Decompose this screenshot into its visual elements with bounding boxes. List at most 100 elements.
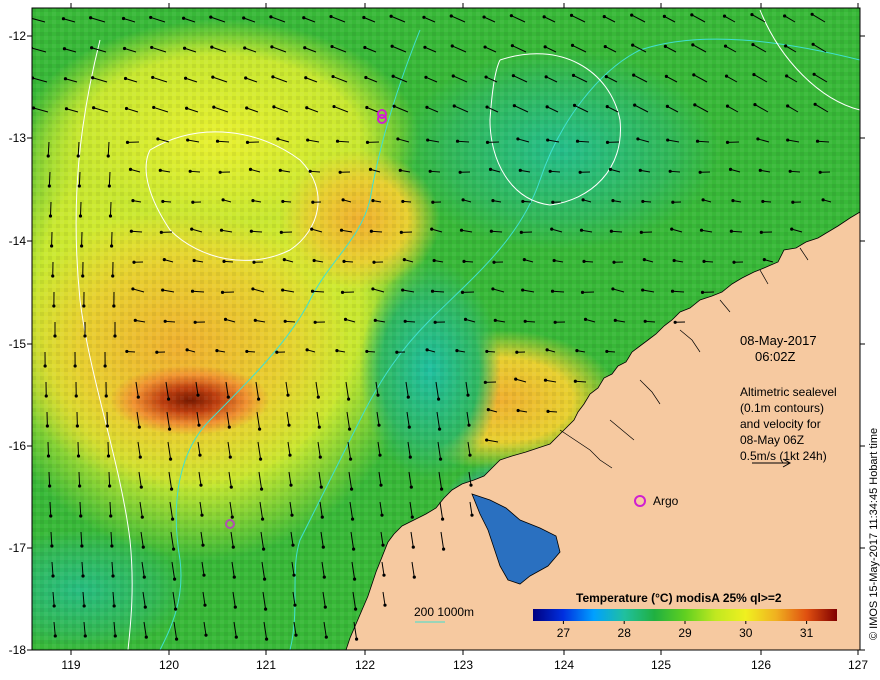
altimetry-note-5: 0.5m/s (1kt 24h): [740, 449, 827, 463]
velocity-arrow: [109, 201, 112, 217]
velocity-arrow-head: [229, 485, 233, 489]
velocity-arrow-head: [485, 349, 489, 354]
velocity-arrow-head: [392, 104, 396, 108]
velocity-arrow-head: [310, 289, 315, 293]
velocity-arrow-head: [202, 573, 206, 577]
velocity-arrow-head: [347, 427, 352, 431]
velocity-arrow-head: [440, 517, 445, 521]
lon-tick-label: 122: [355, 658, 375, 672]
velocity-arrow-head: [166, 397, 171, 401]
velocity-arrow-head: [107, 184, 111, 188]
velocity-arrow-head: [261, 547, 266, 551]
velocity-arrow-head: [51, 574, 55, 578]
velocity-arrow-head: [112, 304, 116, 308]
velocity-arrow-head: [362, 15, 366, 20]
velocity-arrow-head: [791, 200, 795, 204]
velocity-arrow-head: [485, 438, 489, 442]
velocity-arrow-head: [722, 14, 727, 18]
velocity-arrow-head: [381, 543, 385, 547]
velocity-arrow: [78, 171, 81, 187]
velocity-arrow-head: [670, 289, 675, 293]
velocity-arrow-head: [484, 75, 488, 79]
velocity-arrow-head: [460, 290, 465, 294]
velocity-arrow-head: [450, 44, 454, 48]
velocity-arrow-head: [485, 105, 489, 109]
velocity-arrow-head: [44, 394, 48, 398]
velocity-arrow-head: [666, 138, 670, 142]
velocity-arrow-head: [398, 168, 402, 172]
velocity-arrow-head: [282, 257, 286, 262]
altimetry-note-4: 08-May 06Z: [740, 433, 804, 447]
velocity-arrow-head: [790, 227, 794, 231]
velocity-arrow-head: [605, 349, 609, 354]
velocity-arrow-head: [279, 230, 283, 234]
velocity-arrow-head: [373, 318, 377, 322]
velocity-arrow-head: [389, 14, 393, 18]
velocity-arrow-head: [603, 45, 607, 49]
velocity-arrow-head: [253, 318, 257, 322]
colorbar-tick-label: 27: [557, 626, 571, 640]
velocity-arrow-head: [552, 258, 556, 263]
velocity-arrow-head: [548, 169, 552, 173]
velocity-arrow-head: [570, 43, 575, 47]
lat-tick-label: -13: [9, 131, 27, 145]
velocity-arrow-head: [613, 318, 617, 322]
velocity-arrow-head: [725, 140, 730, 144]
velocity-arrow-head: [219, 228, 224, 232]
velocity-arrow-head: [104, 394, 108, 398]
velocity-arrow-head: [332, 104, 336, 109]
velocity-arrow: [48, 171, 51, 187]
velocity-arrow-head: [396, 137, 400, 141]
velocity-arrow-head: [113, 334, 117, 338]
altimetry-note-3: and velocity for: [740, 417, 821, 431]
velocity-arrow-head: [348, 457, 353, 461]
velocity-arrow-head: [519, 230, 523, 234]
velocity-arrow-head: [106, 454, 111, 458]
velocity-arrow-head: [431, 200, 435, 204]
velocity-arrow-head: [391, 74, 395, 78]
velocity-arrow-head: [183, 46, 187, 50]
velocity-arrow-head: [269, 15, 273, 19]
velocity-arrow-head: [575, 139, 580, 143]
lat-tick-label: -16: [9, 439, 27, 453]
velocity-arrow-head: [544, 75, 548, 79]
velocity-arrow-head: [352, 577, 357, 581]
velocity-arrow-head: [90, 46, 94, 50]
velocity-arrow-head: [230, 515, 234, 519]
velocity-arrow-head: [83, 634, 87, 638]
velocity-arrow-head: [395, 350, 399, 354]
velocity-arrow-head: [53, 634, 57, 638]
velocity-arrow-head: [321, 545, 325, 549]
velocity-arrow-head: [82, 304, 86, 308]
velocity-arrow-head: [243, 46, 247, 50]
velocity-arrow: [108, 471, 111, 487]
velocity-arrow-head: [401, 288, 405, 292]
velocity-arrow-head: [514, 377, 518, 381]
velocity-arrow-head: [449, 14, 453, 18]
velocity-arrow-head: [201, 543, 205, 547]
velocity-arrow-head: [199, 483, 203, 487]
velocity-arrow-head: [341, 198, 345, 202]
velocity-arrow-head: [322, 575, 326, 579]
velocity-arrow-head: [185, 106, 189, 110]
velocity-arrow-head: [813, 102, 817, 106]
velocity-arrow-head: [542, 15, 546, 19]
velocity-arrow-head: [380, 513, 384, 517]
velocity-arrow-head: [672, 258, 676, 263]
velocity-arrow-head: [193, 320, 197, 324]
velocity-arrow-head: [553, 320, 557, 324]
velocity-arrow-head: [149, 15, 153, 20]
velocity-arrow-head: [209, 15, 213, 19]
colorbar: Temperature (°C) modisA 25% ql>=2 27 28 29…: [528, 590, 844, 640]
velocity-arrow-head: [52, 304, 56, 308]
velocity-arrow-head: [383, 603, 387, 607]
velocity-arrow-head: [470, 513, 474, 517]
velocity-arrow-head: [228, 455, 232, 459]
velocity-arrow-head: [486, 407, 490, 412]
velocity-arrow-head: [46, 154, 50, 158]
velocity-arrow-head: [158, 168, 162, 172]
velocity-arrow-head: [121, 16, 126, 21]
velocity-arrow-head: [109, 514, 113, 518]
colorbar-tick-label: 30: [739, 626, 753, 640]
velocity-arrow-head: [785, 74, 789, 78]
